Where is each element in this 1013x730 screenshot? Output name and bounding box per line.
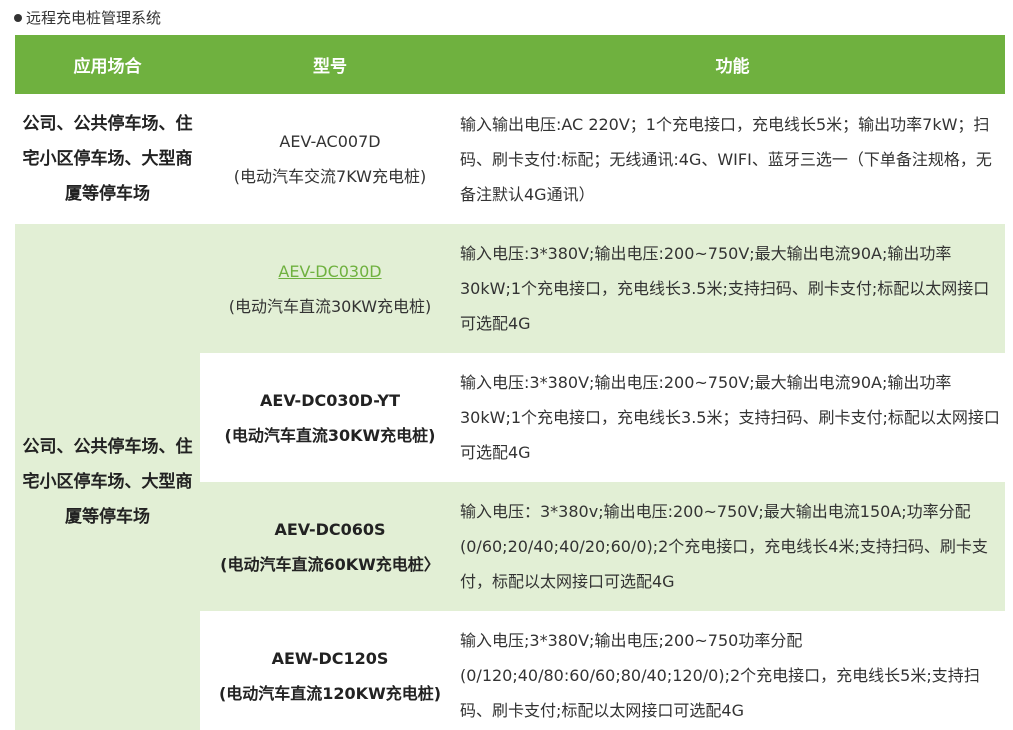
model-description: (电动汽车直流60KW充电桩〉 — [220, 554, 440, 574]
table-row: 公司、公共停车场、住宅小区停车场、大型商厦等停车场 AEV-DC030D (电动… — [15, 224, 1005, 730]
section-title-text: 远程充电桩管理系统 — [26, 9, 162, 27]
header-scenario: 应用场合 — [15, 35, 200, 94]
charging-pile-spec-table: 应用场合 型号 功能 公司、公共停车场、住宅小区停车场、大型商厦等停车场 AEV… — [15, 35, 1005, 730]
model-link[interactable]: AEV-DC030D — [278, 262, 381, 281]
scenario-cell: 公司、公共停车场、住宅小区停车场、大型商厦等停车场 — [15, 94, 200, 224]
model-cell: AEV-DC030D (电动汽车直流30KW充电桩) — [200, 224, 460, 353]
header-model: 型号 — [200, 35, 460, 94]
header-function: 功能 — [460, 35, 1005, 94]
model-description: (电动汽车直流30KW充电桩) — [224, 425, 436, 445]
function-cell: 输入电压:3*380V;输出电压:200~750V;最大输出电流90A;输出功率… — [460, 224, 1005, 353]
model-cell: AEV-DC060S (电动汽车直流60KW充电桩〉 — [200, 482, 460, 611]
scenario-cell: 公司、公共停车场、住宅小区停车场、大型商厦等停车场 — [15, 224, 200, 730]
function-cell: 输入电压：3*380v;输出电压:200~750V;最大输出电流150A;功率分… — [460, 482, 1005, 611]
function-cell: 输入电压;3*380V;输出电压;200~750功率分配(0/120;40/80… — [460, 611, 1005, 730]
function-cell: 输入输出电压:AC 220V；1个充电接口，充电线长5米；输出功率7kW；扫码、… — [460, 94, 1005, 224]
model-name: AEV-AC007D — [279, 132, 381, 151]
model-description: (电动汽车直流30KW充电桩) — [228, 296, 432, 316]
model-name: AEV-DC030D-YT — [260, 390, 400, 410]
model-description: (电动汽车交流7KW充电桩) — [233, 167, 427, 186]
function-cell: 输入电压:3*380V;输出电压:200~750V;最大输出电流90A;输出功率… — [460, 353, 1005, 482]
table-row: 公司、公共停车场、住宅小区停车场、大型商厦等停车场 AEV-AC007D (电动… — [15, 94, 1005, 224]
model-cell: AEV-DC030D-YT (电动汽车直流30KW充电桩) — [200, 353, 460, 482]
model-name: AEW-DC120S — [271, 648, 389, 668]
table-header-row: 应用场合 型号 功能 — [15, 35, 1005, 94]
section-title: 远程充电桩管理系统 — [14, 7, 161, 29]
page: 远程充电桩管理系统 应用场合 型号 功能 公司、公共停车场、住宅小区停车场、大型… — [0, 0, 1013, 730]
model-name: AEV-DC060S — [274, 519, 386, 539]
model-cell: AEV-AC007D (电动汽车交流7KW充电桩) — [200, 94, 460, 224]
model-cell: AEW-DC120S (电动汽车直流120KW充电桩) — [200, 611, 460, 730]
model-description: (电动汽车直流120KW充电桩) — [218, 683, 442, 703]
bullet-dot-icon — [14, 14, 22, 22]
